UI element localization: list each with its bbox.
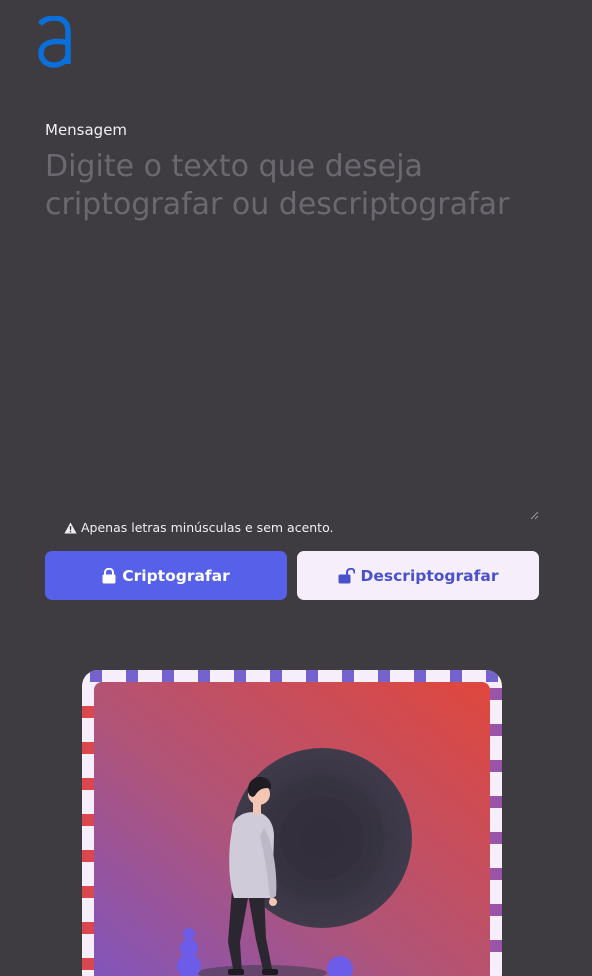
hint-text: Apenas letras minúsculas e sem acento. xyxy=(81,520,334,535)
resize-handle-icon[interactable] xyxy=(530,511,539,520)
message-input[interactable] xyxy=(45,148,540,522)
encrypt-label: Criptografar xyxy=(122,566,230,585)
decrypt-label: Descriptografar xyxy=(360,566,499,585)
lock-icon xyxy=(102,567,116,583)
illustration-image xyxy=(82,670,502,976)
message-label: Mensagem xyxy=(45,121,128,139)
page: Mensagem Apenas letras minúsculas e sem … xyxy=(0,0,592,976)
warning-icon xyxy=(64,522,77,533)
unlock-icon xyxy=(338,567,355,583)
encrypt-button[interactable]: Criptografar xyxy=(45,551,287,600)
decrypt-button[interactable]: Descriptografar xyxy=(297,551,539,600)
input-hint: Apenas letras minúsculas e sem acento. xyxy=(64,520,333,535)
logo-icon[interactable] xyxy=(36,16,74,68)
